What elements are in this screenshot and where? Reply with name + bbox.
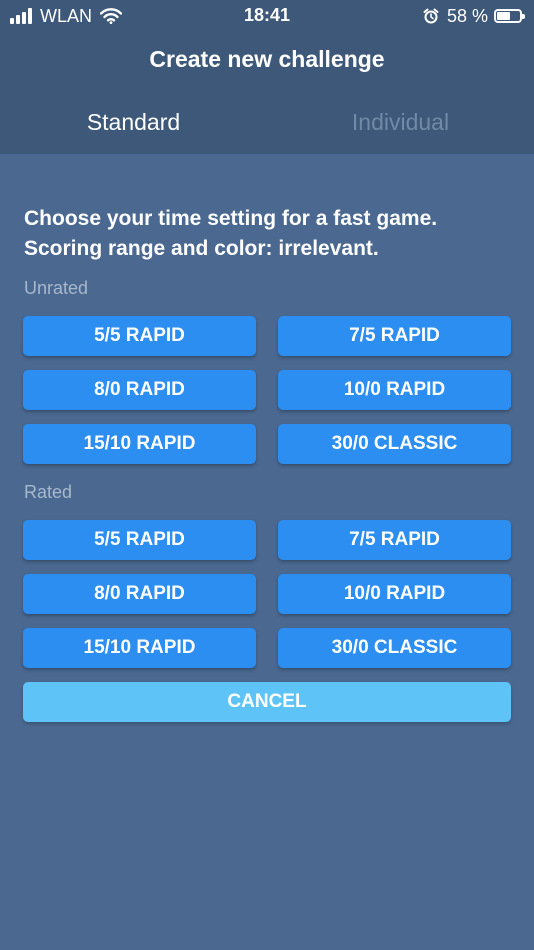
rated-label: Rated — [24, 482, 73, 502]
instructions-line-2: Scoring range and color: irrelevant. — [24, 237, 379, 260]
unrated-8-0-rapid-button[interactable]: 8/0 RAPID — [23, 370, 256, 410]
page-title: Create new challenge — [149, 46, 385, 72]
tab-individual[interactable]: Individual — [267, 104, 534, 144]
unrated-10-0-rapid-button[interactable]: 10/0 RAPID — [278, 370, 511, 410]
rated-5-5-rapid-button[interactable]: 5/5 RAPID — [23, 520, 256, 560]
unrated-30-0-classic-button[interactable]: 30/0 CLASSIC — [278, 424, 511, 464]
rated-7-5-rapid-button[interactable]: 7/5 RAPID — [278, 520, 511, 560]
battery-icon — [494, 9, 525, 23]
status-right: 58 % — [423, 5, 525, 27]
alarm-icon — [423, 8, 439, 24]
rated-30-0-classic-button[interactable]: 30/0 CLASSIC — [278, 628, 511, 668]
header: WLAN 18:41 58 % Create new challenge Sta… — [0, 0, 534, 154]
unrated-15-10-rapid-button[interactable]: 15/10 RAPID — [23, 424, 256, 464]
instructions: Choose your time setting for a fast game… — [24, 204, 514, 264]
unrated-label: Unrated — [24, 278, 89, 298]
battery-percent: 58 % — [446, 5, 488, 26]
tab-bar: Standard Individual — [0, 104, 534, 144]
unrated-5-5-rapid-button[interactable]: 5/5 RAPID — [23, 316, 256, 356]
instructions-line-1: Choose your time setting for a fast game… — [24, 207, 438, 230]
rated-8-0-rapid-button[interactable]: 8/0 RAPID — [23, 574, 256, 614]
unrated-7-5-rapid-button[interactable]: 7/5 RAPID — [278, 316, 511, 356]
tab-standard[interactable]: Standard — [0, 104, 267, 144]
status-bar: WLAN 18:41 58 % — [0, 0, 534, 32]
rated-15-10-rapid-button[interactable]: 15/10 RAPID — [23, 628, 256, 668]
cancel-button[interactable]: CANCEL — [23, 682, 511, 722]
rated-10-0-rapid-button[interactable]: 10/0 RAPID — [278, 574, 511, 614]
